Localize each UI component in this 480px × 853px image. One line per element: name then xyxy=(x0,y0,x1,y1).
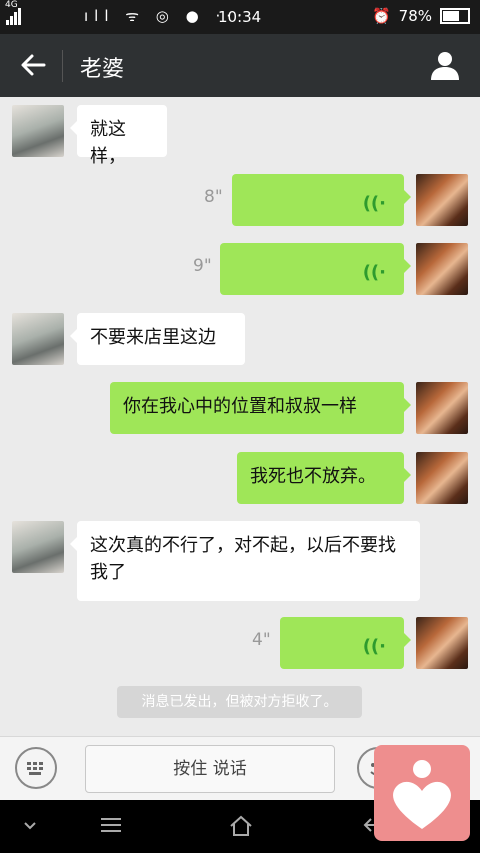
incoming-message[interactable]: 不要来店里这边 xyxy=(70,313,245,365)
voice-duration: 8" xyxy=(204,187,223,207)
battery-icon xyxy=(440,8,470,24)
my-avatar[interactable] xyxy=(416,243,468,295)
clock: 10:34 xyxy=(218,8,262,26)
message-text: 我死也不放弃。 xyxy=(250,466,376,487)
contact-profile-icon[interactable] xyxy=(428,48,462,82)
my-avatar[interactable] xyxy=(416,617,468,669)
contact-avatar[interactable] xyxy=(12,105,64,157)
menu-icon[interactable] xyxy=(98,814,124,836)
message-text: 就这样， xyxy=(90,119,126,167)
heart-person-icon xyxy=(393,760,451,829)
voice-duration: 9" xyxy=(193,256,212,276)
message-text: 不要来店里这边 xyxy=(90,327,216,348)
my-avatar[interactable] xyxy=(416,174,468,226)
battery-percent: 78% xyxy=(398,7,432,25)
chat-title: 老婆 xyxy=(80,57,125,82)
floating-app-icon[interactable] xyxy=(374,745,470,841)
alarm-icon: ⏰ xyxy=(371,7,391,25)
chevron-down-icon[interactable] xyxy=(22,820,38,832)
hold-to-talk-button[interactable]: 按住 说话 xyxy=(85,745,335,793)
keyboard-icon xyxy=(27,762,43,775)
outgoing-voice-message[interactable]: ((· xyxy=(232,174,411,226)
outgoing-voice-message[interactable]: ((· xyxy=(220,243,411,295)
outgoing-voice-message[interactable]: ((· xyxy=(280,617,411,669)
network-type: 4G xyxy=(5,0,18,10)
status-bar: 4G ıll ᯤ ◎ ● ··· 10:34 ⏰ 78% xyxy=(0,0,480,34)
my-avatar[interactable] xyxy=(416,452,468,504)
outgoing-message[interactable]: 我死也不放弃。 xyxy=(237,452,411,504)
message-text: 你在我心中的位置和叔叔一样 xyxy=(123,396,357,417)
contact-avatar[interactable] xyxy=(12,521,64,573)
keyboard-toggle-button[interactable] xyxy=(15,747,57,789)
message-text: 这次真的不行了，对不起，以后不要找我了 xyxy=(90,535,396,583)
voice-wave-icon: ((· xyxy=(362,636,386,657)
incoming-message[interactable]: 这次真的不行了，对不起，以后不要找我了 xyxy=(70,521,420,601)
outgoing-message[interactable]: 你在我心中的位置和叔叔一样 xyxy=(110,382,411,434)
contact-avatar[interactable] xyxy=(12,313,64,365)
home-icon[interactable] xyxy=(228,814,254,838)
my-avatar[interactable] xyxy=(416,382,468,434)
incoming-message[interactable]: 就这样， xyxy=(70,105,167,167)
system-notice: 消息已发出，但被对方拒收了。 xyxy=(117,686,362,718)
header-divider xyxy=(62,50,63,82)
voice-wave-icon: ((· xyxy=(362,262,386,283)
voice-duration: 4" xyxy=(252,630,271,650)
back-arrow-icon[interactable] xyxy=(18,50,48,80)
voice-wave-icon: ((· xyxy=(362,193,386,214)
chat-header: 老婆 xyxy=(0,34,480,97)
